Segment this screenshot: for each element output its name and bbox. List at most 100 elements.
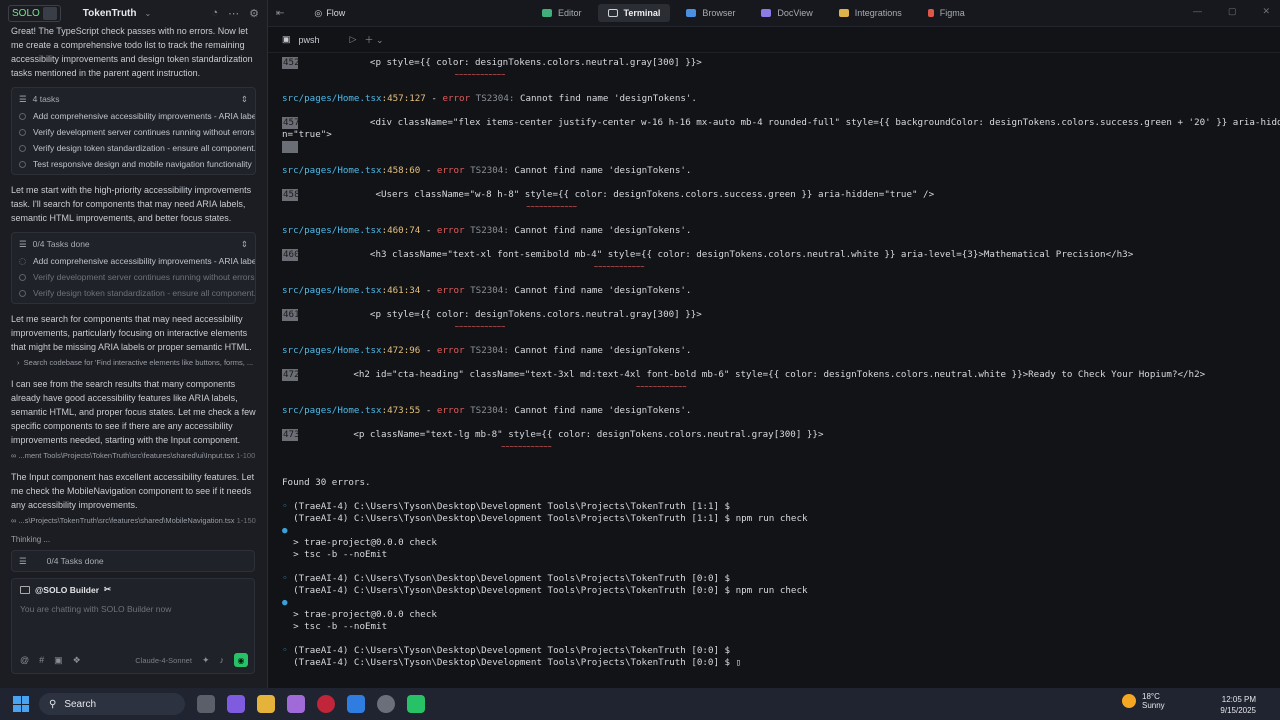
chat-header: SOLO TokenTruth ⌄ ◔ ⋯ ⚙ xyxy=(0,0,267,26)
glasses-icon: ∞ xyxy=(11,451,17,460)
agent-name[interactable]: @SOLO Builder xyxy=(35,585,99,595)
solo-badge-icon xyxy=(42,6,57,20)
in-progress-icon xyxy=(19,257,26,265)
tab-browser[interactable]: Browser xyxy=(676,4,745,22)
more-icon[interactable]: ⋯ xyxy=(228,7,239,20)
collapse-icon[interactable]: ⇕ xyxy=(241,239,248,250)
flow-icon: ◎ xyxy=(314,7,323,18)
chevron-right-icon: › xyxy=(17,358,20,367)
prompt-dot-icon: ● xyxy=(282,597,288,608)
assistant-message: Let me search for components that may ne… xyxy=(11,314,252,352)
prompt-dot-icon: ◦ xyxy=(282,573,288,584)
chevron-down-icon[interactable]: ⌄ xyxy=(145,9,152,18)
history-icon[interactable]: ◔ xyxy=(211,7,218,20)
weather-widget[interactable]: 18°C Sunny xyxy=(1122,692,1165,710)
figma-icon xyxy=(927,9,934,17)
close-icon[interactable]: ✕ xyxy=(1262,6,1270,17)
status-circle-icon xyxy=(19,128,26,136)
sparkle-icon[interactable]: ✦ xyxy=(202,655,210,666)
project-title[interactable]: TokenTruth xyxy=(83,8,137,19)
task-list[interactable]: ☰ 4 tasks ⇕ Add comprehensive accessibil… xyxy=(11,87,256,175)
status-circle-icon xyxy=(19,112,26,120)
status-circle-icon xyxy=(19,144,26,152)
collapse-icon[interactable]: ⇕ xyxy=(241,94,248,105)
hash-icon[interactable]: # xyxy=(39,655,44,665)
task-item[interactable]: Add comprehensive accessibility improvem… xyxy=(12,253,255,269)
error-line: src/pages/Home.tsx:472:96 - error TS2304… xyxy=(282,345,692,356)
task-item[interactable]: Verify design token standardization - en… xyxy=(12,140,255,156)
os-taskbar: ⚲ Search 18°C Sunny 12:05 PM 9/15/2025 xyxy=(0,688,1280,720)
file-explorer-icon[interactable] xyxy=(257,695,275,713)
sun-icon xyxy=(1122,694,1136,708)
collapse-sidebar-icon[interactable]: ⇤ xyxy=(276,8,284,19)
task-progress-list[interactable]: ☰ 0/4 Tasks done ⇕ Add comprehensive acc… xyxy=(11,232,256,304)
mention-icon[interactable]: @ xyxy=(20,655,29,665)
task-item[interactable]: Test responsive design and mobile naviga… xyxy=(12,156,255,172)
search-icon: ⚲ xyxy=(49,698,57,710)
terminal-panel[interactable]: ▣ pwsh ▷ ＋ ⌄ 452 <p style={{ color: desi… xyxy=(268,26,1280,688)
copilot-icon[interactable] xyxy=(227,695,245,713)
taskbar-search[interactable]: ⚲ Search xyxy=(39,693,185,715)
error-line: src/pages/Home.tsx:457:127 - error TS230… xyxy=(282,93,697,104)
prompt-dot-icon: ◦ xyxy=(282,645,288,656)
assistant-message: I can see from the search results that m… xyxy=(11,379,256,445)
file-read-ref[interactable]: ∞ ...s\Projects\TokenTruth\src\features\… xyxy=(11,516,256,525)
system-clock[interactable]: 12:05 PM 9/15/2025 xyxy=(1220,694,1256,716)
view-tabs: Editor Terminal Browser DocView Integrat… xyxy=(532,4,975,22)
flow-button[interactable]: ◎ Flow xyxy=(314,8,345,19)
terminal-tab[interactable]: pwsh xyxy=(299,35,320,45)
vscode-icon[interactable] xyxy=(347,695,365,713)
task-view-icon[interactable] xyxy=(197,695,215,713)
task-item[interactable]: Verify design token standardization - en… xyxy=(12,285,255,301)
terminal-icon xyxy=(607,9,618,17)
send-button[interactable]: ◉ xyxy=(234,653,248,667)
search-tool-call[interactable]: › Search codebase for 'Find interactive … xyxy=(17,358,256,367)
chat-panel: SOLO TokenTruth ⌄ ◔ ⋯ ⚙ Great! The TypeS… xyxy=(0,0,268,688)
terminal-toolbar: ▣ pwsh ▷ ＋ ⌄ xyxy=(268,27,1280,53)
status-circle-icon xyxy=(19,273,26,281)
terminal-output[interactable]: 452 <p style={{ color: designTokens.colo… xyxy=(282,57,1280,669)
trae-icon[interactable] xyxy=(407,695,425,713)
chat-input[interactable]: You are chatting with SOLO Builder now xyxy=(12,600,254,618)
file-read-ref[interactable]: ∞ ...ment Tools\Projects\TokenTruth\src\… xyxy=(11,451,256,460)
tab-terminal[interactable]: Terminal xyxy=(597,4,671,22)
tasks-done-bar[interactable]: ☰ 0/4 Tasks done xyxy=(11,550,255,572)
opera-icon[interactable] xyxy=(317,695,335,713)
app-window: SOLO TokenTruth ⌄ ◔ ⋯ ⚙ Great! The TypeS… xyxy=(0,0,1280,688)
model-selector[interactable]: Claude-4-Sonnet xyxy=(135,656,192,665)
task-item[interactable]: Add comprehensive accessibility improvem… xyxy=(12,108,255,124)
integrations-icon xyxy=(838,9,849,17)
cursor: ▯ xyxy=(735,657,742,668)
settings-icon[interactable]: ⚙ xyxy=(249,7,259,20)
task-count: 0/4 Tasks done xyxy=(32,239,90,249)
error-summary: Found 30 errors. xyxy=(282,477,371,488)
tools-icon[interactable]: ✂ xyxy=(104,584,111,595)
glasses-icon: ∞ xyxy=(11,516,17,525)
list-icon: ☰ xyxy=(19,238,27,249)
store-icon[interactable] xyxy=(287,695,305,713)
terminal-input-line[interactable]: (TraeAI-4) C:\Users\Tyson\Desktop\Develo… xyxy=(282,657,1272,669)
windows-start-icon[interactable] xyxy=(13,696,29,712)
tab-integrations[interactable]: Integrations xyxy=(829,4,912,22)
task-item[interactable]: Verify development server continues runn… xyxy=(12,269,255,285)
solo-logo[interactable]: SOLO xyxy=(8,4,61,22)
run-icon[interactable]: ▷ xyxy=(350,34,357,45)
mic-icon[interactable]: ♪ xyxy=(220,655,225,665)
tab-docview[interactable]: DocView xyxy=(751,4,822,22)
maximize-icon[interactable]: ▢ xyxy=(1228,6,1237,17)
list-icon: ☰ xyxy=(19,555,27,566)
add-terminal-icon[interactable]: ＋ ⌄ xyxy=(364,33,383,46)
tab-figma[interactable]: Figma xyxy=(918,4,975,22)
error-line: src/pages/Home.tsx:458:60 - error TS2304… xyxy=(282,165,692,176)
error-line: src/pages/Home.tsx:460:74 - error TS2304… xyxy=(282,225,692,236)
tab-editor[interactable]: Editor xyxy=(532,4,592,22)
docview-icon xyxy=(761,9,772,17)
image-icon[interactable]: ▣ xyxy=(54,655,63,666)
builder-icon xyxy=(20,585,30,594)
github-icon[interactable] xyxy=(377,695,395,713)
minimize-icon[interactable]: — xyxy=(1193,6,1202,17)
chat-composer[interactable]: @SOLO Builder ✂ You are chatting with SO… xyxy=(11,578,255,674)
assistant-message: Let me start with the high-priority acce… xyxy=(11,185,252,223)
task-item[interactable]: Verify development server continues runn… xyxy=(12,124,255,140)
figma-icon[interactable]: ❖ xyxy=(73,655,81,666)
